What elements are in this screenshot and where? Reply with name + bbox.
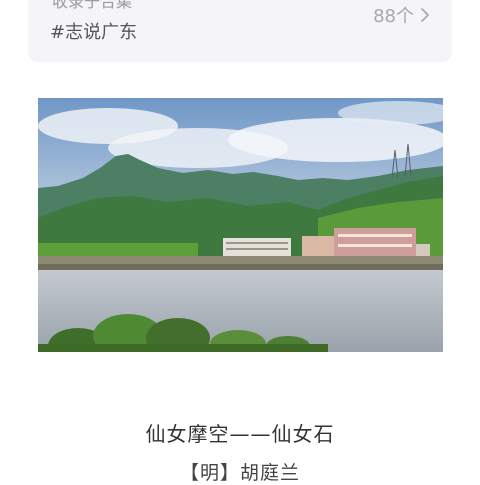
collection-count-link[interactable]: 88个	[373, 2, 430, 28]
landscape-photo	[38, 98, 443, 352]
collection-card[interactable]: 收录于合集 #志说广东 88个	[28, 0, 452, 62]
article-title: 仙女摩空——仙女石	[145, 422, 335, 446]
collection-label: 收录于合集	[52, 0, 133, 11]
weir	[38, 264, 443, 270]
collection-tag[interactable]: #志说广东	[50, 18, 137, 44]
collection-count: 88个	[373, 6, 414, 27]
article-author: 【明】胡庭兰	[179, 462, 300, 484]
chevron-right-icon	[421, 8, 429, 22]
